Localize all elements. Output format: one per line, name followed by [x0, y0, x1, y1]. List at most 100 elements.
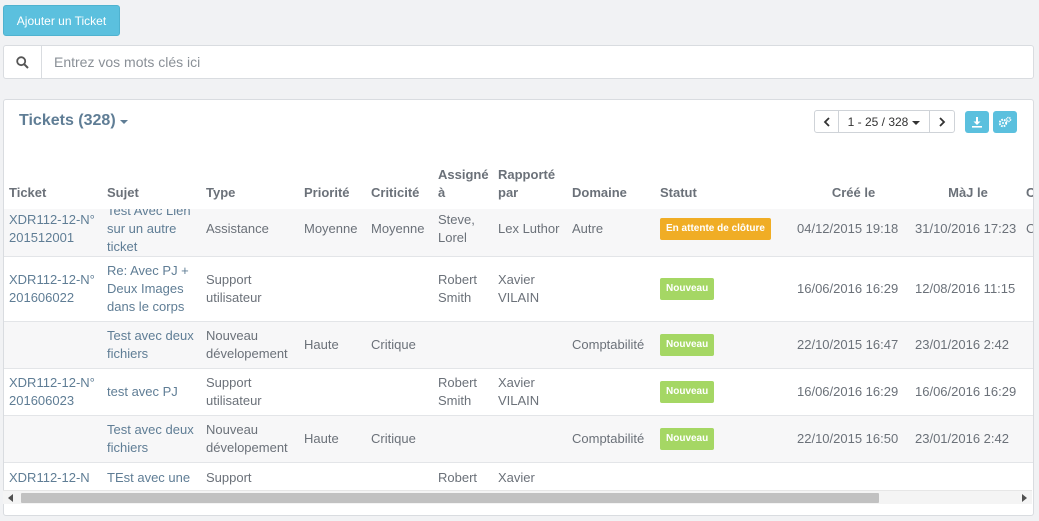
cell-assigne: Robert: [438, 470, 478, 485]
cell-statut: Nouveau: [655, 416, 792, 463]
table-row[interactable]: XDR112-12-N°201606023 test avec PJ Suppo…: [4, 368, 1033, 416]
table-row[interactable]: Test avec deux fichiers Nouveau dévelope…: [4, 415, 1033, 463]
cell-ticket[interactable]: XDR112-12-N°201512001: [4, 209, 102, 257]
table-row[interactable]: XDR112-12-N°201512001 Test Avec Lien sur…: [4, 209, 1033, 257]
cell-type: Support: [206, 470, 252, 485]
col-header-priorite[interactable]: Priorité: [299, 147, 366, 209]
cell-cree: 16/06/2016 16:29: [797, 281, 899, 296]
table-row[interactable]: Test avec deux fichiers Nouveau dévelope…: [4, 321, 1033, 369]
cell-rapporte: Lex Luthor: [498, 221, 560, 236]
cell-maj: 31/10/2016 17:23: [915, 221, 1017, 236]
tickets-title-dropdown[interactable]: Tickets (328): [19, 112, 128, 130]
cell-sujet[interactable]: Test Avec Lien sur un autre ticket: [102, 209, 201, 257]
status-badge: Nouveau: [660, 381, 715, 403]
status-badge: En attente de clôture: [660, 218, 771, 240]
cell-priorite: Haute: [304, 431, 339, 446]
cell-ticket[interactable]: XDR112-12-N°201606022: [4, 257, 102, 322]
status-badge: Nouveau: [660, 278, 715, 300]
cell-ticket[interactable]: [4, 322, 102, 369]
cell-ticket[interactable]: XDR112-12-N: [4, 463, 102, 490]
cell-criticite: Moyenne: [371, 221, 425, 236]
cell-assigne: Robert Smith: [438, 375, 478, 408]
col-header-domaine[interactable]: Domaine: [567, 147, 655, 209]
cell-extra: C: [1021, 209, 1033, 257]
cell-cree: 16/06/2016 16:29: [797, 384, 899, 399]
pagination-range-dropdown[interactable]: 1 - 25 / 328: [839, 111, 930, 132]
cell-ticket[interactable]: XDR112-12-N°201606023: [4, 369, 102, 416]
cell-cree: [792, 463, 910, 490]
cell-criticite: [366, 257, 433, 322]
cell-maj: 12/08/2016 11:15: [915, 281, 1016, 296]
tickets-table: Ticket Sujet Type Priorité Criticité Ass…: [4, 147, 1033, 489]
status-badge: Nouveau: [660, 428, 715, 450]
col-header-criticite[interactable]: Criticité: [366, 147, 433, 209]
cell-statut: Nouveau: [655, 322, 792, 369]
horizontal-scrollbar[interactable]: [3, 490, 1032, 504]
cell-domaine: [567, 463, 655, 490]
download-icon: [972, 117, 982, 128]
cell-statut: [655, 463, 792, 490]
cell-maj: 23/01/2016 2:42: [915, 431, 1009, 446]
col-header-cree[interactable]: Créé le: [792, 147, 910, 209]
col-header-sujet[interactable]: Sujet: [102, 147, 201, 209]
cell-extra: [1021, 322, 1033, 369]
cell-ticket[interactable]: [4, 416, 102, 463]
pagination: 1 - 25 / 328: [814, 110, 955, 133]
chevron-left-icon: [823, 116, 830, 127]
cell-sujet[interactable]: TEst avec une: [102, 463, 201, 490]
cell-assigne: Steve, Lorel: [438, 212, 475, 245]
cell-assigne: Robert Smith: [438, 272, 478, 305]
cell-maj: 23/01/2016 2:42: [915, 337, 1009, 352]
cell-criticite: Critique: [371, 337, 416, 352]
cell-rapporte: Xavier VILAIN: [498, 272, 540, 305]
col-header-extra[interactable]: C: [1021, 147, 1033, 209]
col-header-type[interactable]: Type: [201, 147, 299, 209]
download-button[interactable]: [965, 111, 989, 133]
col-header-rapporte[interactable]: Rapporté par: [493, 147, 567, 209]
cell-rapporte: Xavier VILAIN: [498, 375, 540, 408]
table-row[interactable]: XDR112-12-N°201606022 Re: Avec PJ + Deux…: [4, 256, 1033, 322]
cell-assigne: [433, 416, 493, 463]
pagination-prev-button[interactable]: [815, 111, 839, 132]
cell-rapporte: Xavier: [498, 470, 535, 485]
settings-button[interactable]: [993, 111, 1017, 133]
cell-type: Nouveau dévelopement: [206, 422, 288, 455]
cell-sujet[interactable]: Test avec deux fichiers: [102, 322, 201, 369]
cell-type: Nouveau dévelopement: [206, 328, 288, 361]
cell-cree: 22/10/2015 16:50: [797, 431, 899, 446]
col-header-assigne[interactable]: Assigné à: [433, 147, 493, 209]
cell-criticite: [366, 463, 433, 490]
cell-criticite: Critique: [371, 431, 416, 446]
cell-statut: Nouveau: [655, 257, 792, 322]
add-ticket-button[interactable]: Ajouter un Ticket: [3, 5, 120, 36]
search-input[interactable]: [42, 46, 1033, 78]
cell-sujet[interactable]: Re: Avec PJ + Deux Images dans le corps: [102, 257, 201, 322]
cell-assigne: [433, 322, 493, 369]
tickets-panel: Tickets (328) 1 - 25 / 328 Ticket Sujet …: [3, 99, 1034, 516]
status-badge: Nouveau: [660, 334, 715, 356]
cell-type: Support utilisateur: [206, 375, 262, 408]
pagination-range: 1 - 25 / 328: [847, 114, 909, 129]
cell-domaine: Autre: [572, 221, 604, 236]
cell-domaine: Comptabilité: [572, 431, 645, 446]
cell-sujet[interactable]: Test avec deux fichiers: [102, 416, 201, 463]
table-header-row: Ticket Sujet Type Priorité Criticité Ass…: [4, 147, 1033, 209]
scroll-right-icon[interactable]: [1022, 494, 1027, 502]
cell-maj: 16/06/2016 16:29: [915, 384, 1017, 399]
cell-extra: [1021, 257, 1033, 322]
search-icon[interactable]: [4, 46, 42, 78]
pagination-next-button[interactable]: [930, 111, 954, 132]
col-header-ticket[interactable]: Ticket: [4, 147, 102, 209]
cell-statut: Nouveau: [655, 369, 792, 416]
scrollbar-thumb[interactable]: [21, 493, 879, 503]
cell-priorite: Moyenne: [304, 221, 358, 236]
cell-sujet[interactable]: test avec PJ: [102, 369, 201, 416]
cell-priorite: [299, 463, 366, 490]
scroll-left-icon[interactable]: [8, 494, 13, 502]
cell-cree: 22/10/2015 16:47: [797, 337, 899, 352]
cell-statut: En attente de clôture: [655, 209, 792, 257]
table-row[interactable]: XDR112-12-N TEst avec une Support Robert…: [4, 462, 1033, 490]
col-header-maj[interactable]: MàJ le: [910, 147, 1021, 209]
search-bar: [3, 45, 1034, 79]
col-header-statut[interactable]: Statut: [655, 147, 792, 209]
